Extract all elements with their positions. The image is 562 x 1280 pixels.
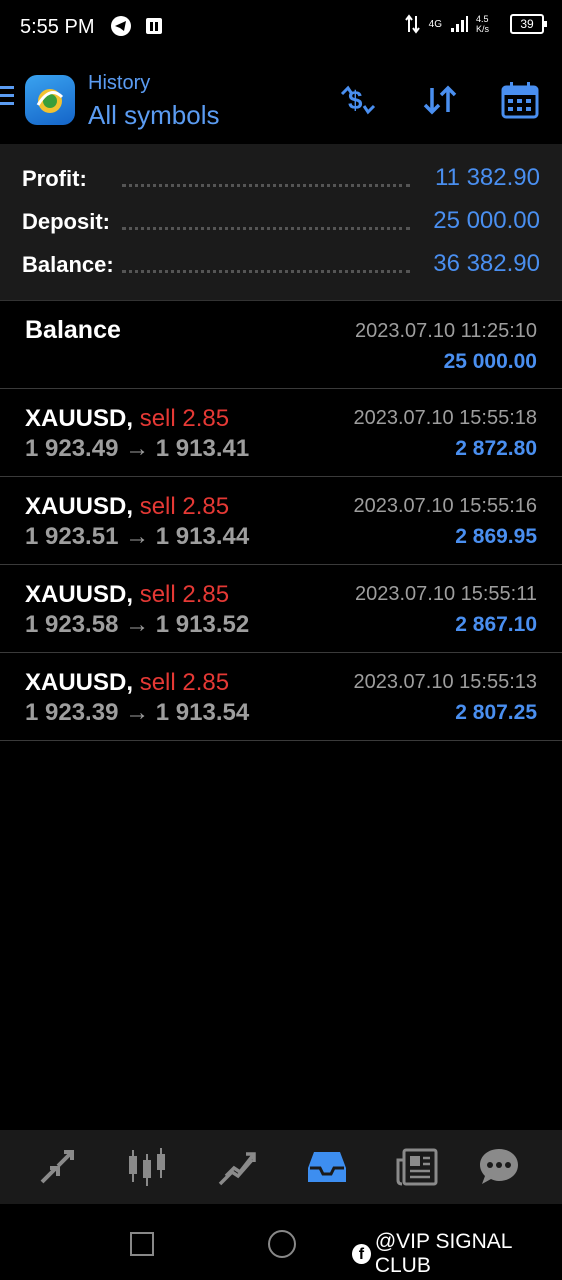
currency-exchange-icon[interactable]: $ <box>338 80 378 120</box>
operation-title: Balance <box>25 316 121 344</box>
trade-type: sell 2.85 <box>139 669 230 696</box>
sort-icon[interactable] <box>420 80 460 120</box>
chart-candles-icon[interactable] <box>126 1146 168 1188</box>
dotted-leader <box>122 270 410 273</box>
trade-symbol: XAUUSD, <box>25 493 134 520</box>
network-speed: 4.5 K/s <box>476 14 490 34</box>
system-navigation: f @VIP SIGNAL CLUB <box>0 1204 562 1280</box>
quotes-icon[interactable] <box>36 1146 78 1188</box>
trade-prices: 1 923.49 → 1 913.41 <box>25 435 250 462</box>
trade-title: XAUUSD, sell 2.85 <box>25 493 229 521</box>
app-notification-icon <box>146 18 162 34</box>
summary-value: 36 382.90 <box>425 250 540 278</box>
trade-profit: 2 872.80 <box>455 437 537 460</box>
trade-symbol: XAUUSD, <box>25 669 134 696</box>
watermark-text: @VIP SIGNAL CLUB <box>374 1230 512 1277</box>
summary-value: 11 382.90 <box>427 164 540 192</box>
trade-profit: 2 869.95 <box>455 525 537 548</box>
trade-date: 2023.07.10 15:55:11 <box>354 583 537 605</box>
network-type: 4G <box>428 18 442 30</box>
summary-deposit-row: Deposit: 25 000.00 <box>22 205 540 241</box>
chat-icon[interactable] <box>478 1146 520 1188</box>
home-icon[interactable] <box>268 1230 296 1258</box>
trade-type: sell 2.85 <box>139 581 230 608</box>
trade-icon[interactable] <box>216 1146 258 1188</box>
summary-label: Deposit: <box>22 209 118 235</box>
trade-row[interactable]: XAUUSD, sell 2.85 1 923.49 → 1 913.41 20… <box>0 389 562 477</box>
history-list: Balance 2023.07.10 11:25:10 25 000.00 XA… <box>0 300 562 741</box>
operation-amount: 25 000.00 <box>443 350 537 373</box>
header-subtitle: History <box>88 72 151 94</box>
menu-icon[interactable] <box>0 86 14 108</box>
summary-panel: Profit: 11 382.90 Deposit: 25 000.00 Bal… <box>0 144 562 301</box>
recent-apps-icon[interactable] <box>130 1232 154 1256</box>
trade-prices: 1 923.51 → 1 913.44 <box>25 523 250 550</box>
trade-row[interactable]: XAUUSD, sell 2.85 1 923.39 → 1 913.54 20… <box>0 653 562 741</box>
calendar-icon[interactable] <box>500 80 540 120</box>
news-icon[interactable] <box>396 1146 438 1188</box>
trade-date: 2023.07.10 15:55:13 <box>353 671 537 693</box>
trade-title: XAUUSD, sell 2.85 <box>25 405 229 433</box>
summary-value: 25 000.00 <box>425 207 540 235</box>
trade-symbol: XAUUSD, <box>25 581 134 608</box>
trade-symbol: XAUUSD, <box>25 405 134 432</box>
status-time: 5:55 PM <box>20 16 95 38</box>
trade-title: XAUUSD, sell 2.85 <box>25 669 229 697</box>
trade-prices: 1 923.58 → 1 913.52 <box>25 611 250 638</box>
trade-prices: 1 923.39 → 1 913.54 <box>25 699 250 726</box>
trade-profit: 2 867.10 <box>455 613 537 636</box>
trade-date: 2023.07.10 15:55:16 <box>353 495 537 517</box>
watermark: f @VIP SIGNAL CLUB <box>352 1230 562 1278</box>
summary-balance-row: Balance: 36 382.90 <box>22 248 540 284</box>
trade-date: 2023.07.10 15:55:18 <box>353 407 537 429</box>
trade-type: sell 2.85 <box>139 405 230 432</box>
signal-icon <box>451 16 468 32</box>
metatrader-logo-icon <box>25 75 75 125</box>
summary-profit-row: Profit: 11 382.90 <box>22 162 540 198</box>
trade-type: sell 2.85 <box>139 493 230 520</box>
facebook-icon: f <box>352 1244 371 1264</box>
battery-indicator: 39 <box>510 14 547 34</box>
data-transfer-icon <box>404 14 420 34</box>
bottom-navigation <box>0 1130 562 1204</box>
balance-operation-row[interactable]: Balance 2023.07.10 11:25:10 25 000.00 <box>0 300 562 389</box>
dotted-leader <box>122 184 410 187</box>
operation-date: 2023.07.10 11:25:10 <box>354 320 537 342</box>
history-inbox-icon[interactable] <box>306 1146 348 1188</box>
trade-row[interactable]: XAUUSD, sell 2.85 1 923.51 → 1 913.44 20… <box>0 477 562 565</box>
summary-label: Profit: <box>22 166 95 192</box>
status-bar: 5:55 PM 4G 4.5 K/s 39 <box>0 0 562 56</box>
header-title[interactable]: All symbols <box>88 100 219 131</box>
dotted-leader <box>122 227 410 230</box>
telegram-icon <box>111 16 131 36</box>
summary-label: Balance: <box>22 252 122 278</box>
trade-row[interactable]: XAUUSD, sell 2.85 1 923.58 → 1 913.52 20… <box>0 565 562 653</box>
trade-profit: 2 807.25 <box>455 701 537 724</box>
trade-title: XAUUSD, sell 2.85 <box>25 581 229 609</box>
